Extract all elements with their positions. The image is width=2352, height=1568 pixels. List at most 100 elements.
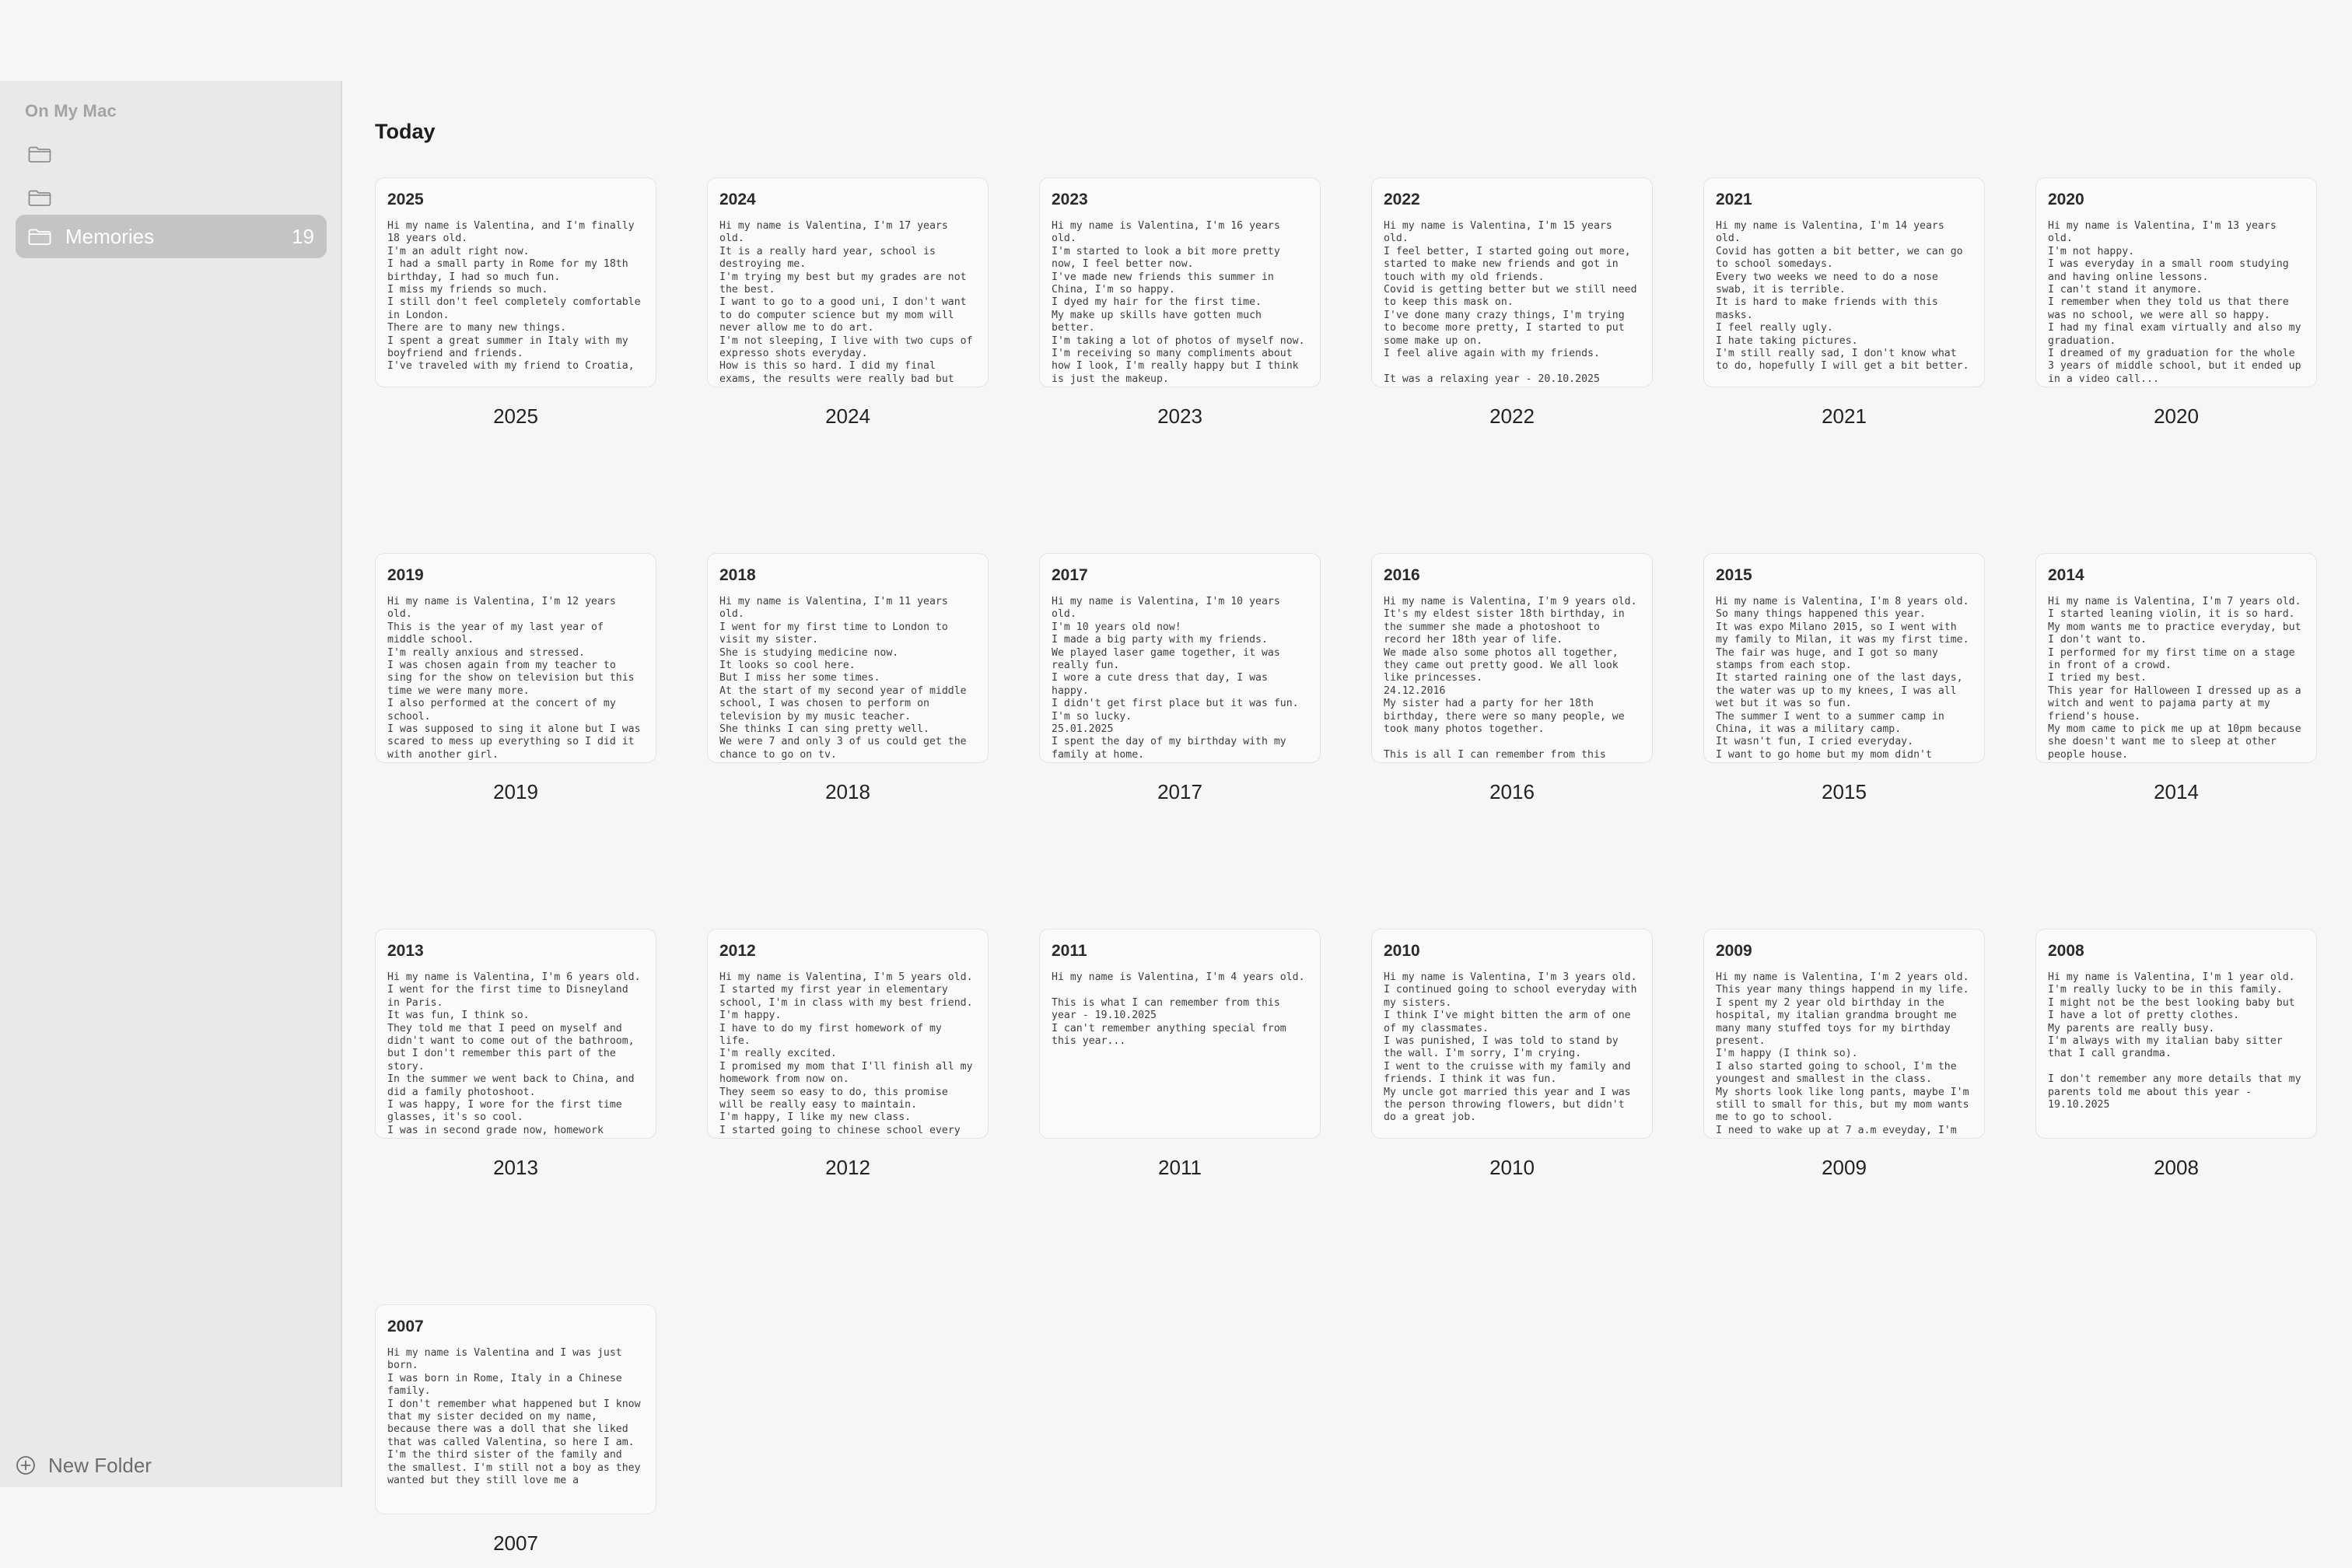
note-card[interactable]: 2017 Hi my name is Valentina, I'm 10 year… (1039, 553, 1321, 763)
note-preview: Hi my name is Valentina, I'm 3 years old… (1384, 971, 1637, 1124)
sidebar-folder-1[interactable] (16, 132, 327, 176)
note-item[interactable]: 2014 Hi my name is Valentina, I'm 7 years… (2035, 553, 2317, 804)
note-title: 2020 (2048, 191, 2084, 208)
note-item[interactable]: 2013 Hi my name is Valentina, I'm 6 years… (375, 929, 656, 1180)
note-item[interactable]: 2024 Hi my name is Valentina, I'm 17 year… (707, 177, 989, 429)
note-card[interactable]: 2011 Hi my name is Valentina, I'm 4 years… (1039, 929, 1321, 1139)
note-item[interactable]: 2007 Hi my name is Valentina and I was ju… (375, 1304, 656, 1556)
note-title: 2010 (1384, 942, 1420, 960)
note-item[interactable]: 2016 Hi my name is Valentina, I'm 9 years… (1371, 553, 1653, 804)
note-title: 2016 (1384, 566, 1420, 584)
note-card[interactable]: 2019 Hi my name is Valentina, I'm 12 year… (375, 553, 656, 763)
note-title: 2013 (387, 942, 424, 960)
note-preview: Hi my name is Valentina, I'm 6 years old… (387, 971, 641, 1136)
note-preview: Hi my name is Valentina, I'm 1 year old.… (2048, 971, 2301, 1111)
note-preview: Hi my name is Valentina, I'm 7 years old… (2048, 596, 2301, 761)
note-card[interactable]: 2025 Hi my name is Valentina, and I'm fin… (375, 177, 656, 387)
note-caption: 2008 (2154, 1156, 2199, 1179)
note-title: 2007 (387, 1318, 424, 1335)
note-preview: Hi my name is Valentina, I'm 2 years old… (1716, 971, 1969, 1136)
folder-icon (28, 145, 51, 163)
note-card[interactable]: 2020 Hi my name is Valentina, I'm 13 year… (2035, 177, 2317, 387)
folder-icon (28, 189, 51, 206)
sidebar-folder-2[interactable] (16, 176, 327, 219)
note-caption: 2023 (1157, 404, 1202, 428)
note-title: 2021 (1716, 191, 1752, 208)
note-preview: Hi my name is Valentina, I'm 11 years ol… (719, 596, 967, 761)
note-preview: Hi my name is Valentina, I'm 17 years ol… (719, 220, 973, 385)
note-caption: 2013 (493, 1156, 538, 1179)
note-card[interactable]: 2016 Hi my name is Valentina, I'm 9 years… (1371, 553, 1653, 763)
note-item[interactable]: 2023 Hi my name is Valentina, I'm 16 year… (1039, 177, 1321, 429)
note-item[interactable]: 2010 Hi my name is Valentina, I'm 3 years… (1371, 929, 1653, 1180)
note-card[interactable]: 2018 Hi my name is Valentina, I'm 11 year… (707, 553, 989, 763)
sidebar-folder-label: Memories (65, 224, 155, 248)
note-caption: 2022 (1489, 404, 1535, 428)
note-item[interactable]: 2009 Hi my name is Valentina, I'm 2 years… (1703, 929, 1985, 1180)
section-title: Today (375, 120, 436, 143)
note-title: 2012 (719, 942, 756, 960)
note-card[interactable]: 2023 Hi my name is Valentina, I'm 16 year… (1039, 177, 1321, 387)
note-title: 2019 (387, 566, 424, 584)
note-card[interactable]: 2015 Hi my name is Valentina, I'm 8 years… (1703, 553, 1985, 763)
note-item[interactable]: 2019 Hi my name is Valentina, I'm 12 year… (375, 553, 656, 804)
note-caption: 2020 (2154, 404, 2199, 428)
note-caption: 2021 (1822, 404, 1867, 428)
note-title: 2009 (1716, 942, 1752, 960)
note-caption: 2012 (825, 1156, 870, 1179)
note-item[interactable]: 2015 Hi my name is Valentina, I'm 8 years… (1703, 553, 1985, 804)
notes-gallery: Today 2025 Hi my name is Valentina, and I… (344, 81, 2352, 1555)
note-title: 2023 (1052, 191, 1088, 208)
new-folder-button[interactable]: New Folder (16, 1447, 152, 1484)
note-item[interactable]: 2025 Hi my name is Valentina, and I'm fin… (375, 177, 656, 429)
note-title: 2022 (1384, 191, 1420, 208)
note-item[interactable]: 2021 Hi my name is Valentina, I'm 14 year… (1703, 177, 1985, 429)
note-card[interactable]: 2021 Hi my name is Valentina, I'm 14 year… (1703, 177, 1985, 387)
note-card[interactable]: 2008 Hi my name is Valentina, I'm 1 year … (2035, 929, 2317, 1139)
note-preview: Hi my name is Valentina, I'm 4 years old… (1052, 971, 1305, 1048)
note-card[interactable]: 2022 Hi my name is Valentina, I'm 15 year… (1371, 177, 1653, 387)
note-card[interactable]: 2014 Hi my name is Valentina, I'm 7 years… (2035, 553, 2317, 763)
note-caption: 2009 (1822, 1156, 1867, 1179)
note-item[interactable]: 2020 Hi my name is Valentina, I'm 13 year… (2035, 177, 2317, 429)
note-caption: 2019 (493, 780, 538, 803)
note-title: 2015 (1716, 566, 1752, 584)
note-preview: Hi my name is Valentina, and I'm finally… (387, 220, 641, 373)
note-item[interactable]: 2022 Hi my name is Valentina, I'm 15 year… (1371, 177, 1653, 429)
note-card[interactable]: 2007 Hi my name is Valentina and I was ju… (375, 1304, 656, 1514)
note-card[interactable]: 2012 Hi my name is Valentina, I'm 5 years… (707, 929, 989, 1139)
note-card[interactable]: 2010 Hi my name is Valentina, I'm 3 years… (1371, 929, 1653, 1139)
note-caption: 2015 (1822, 780, 1867, 803)
note-card[interactable]: 2013 Hi my name is Valentina, I'm 6 years… (375, 929, 656, 1139)
note-preview: Hi my name is Valentina and I was just b… (387, 1347, 641, 1487)
note-caption: 2010 (1489, 1156, 1535, 1179)
note-card[interactable]: 2024 Hi my name is Valentina, I'm 17 year… (707, 177, 989, 387)
note-title: 2008 (2048, 942, 2084, 960)
note-preview: Hi my name is Valentina, I'm 12 years ol… (387, 596, 641, 761)
note-title: 2017 (1052, 566, 1088, 584)
sidebar: On My Mac Memories 19 New Folder (0, 81, 342, 1487)
note-title: 2018 (719, 566, 756, 584)
note-caption: 2018 (825, 780, 870, 803)
note-item[interactable]: 2008 Hi my name is Valentina, I'm 1 year … (2035, 929, 2317, 1180)
note-item[interactable]: 2011 Hi my name is Valentina, I'm 4 years… (1039, 929, 1321, 1180)
note-caption: 2014 (2154, 780, 2199, 803)
note-preview: Hi my name is Valentina, I'm 8 years old… (1716, 596, 1969, 761)
new-folder-label: New Folder (48, 1453, 152, 1477)
note-card[interactable]: 2009 Hi my name is Valentina, I'm 2 years… (1703, 929, 1985, 1139)
notes-grid: 2025 Hi my name is Valentina, and I'm fin… (375, 177, 2317, 1556)
note-preview: Hi my name is Valentina, I'm 13 years ol… (2048, 220, 2301, 385)
note-title: 2024 (719, 191, 756, 208)
note-preview: Hi my name is Valentina, I'm 10 years ol… (1052, 596, 1299, 761)
note-title: 2025 (387, 191, 424, 208)
folder-note-count: 19 (292, 224, 314, 248)
note-caption: 2007 (493, 1531, 538, 1555)
note-item[interactable]: 2018 Hi my name is Valentina, I'm 11 year… (707, 553, 989, 804)
note-preview: Hi my name is Valentina, I'm 5 years old… (719, 971, 973, 1136)
note-caption: 2016 (1489, 780, 1535, 803)
note-item[interactable]: 2017 Hi my name is Valentina, I'm 10 year… (1039, 553, 1321, 804)
note-preview: Hi my name is Valentina, I'm 9 years old… (1384, 596, 1637, 761)
note-caption: 2024 (825, 404, 870, 428)
sidebar-folder-memories[interactable]: Memories 19 (16, 215, 327, 258)
note-item[interactable]: 2012 Hi my name is Valentina, I'm 5 years… (707, 929, 989, 1180)
